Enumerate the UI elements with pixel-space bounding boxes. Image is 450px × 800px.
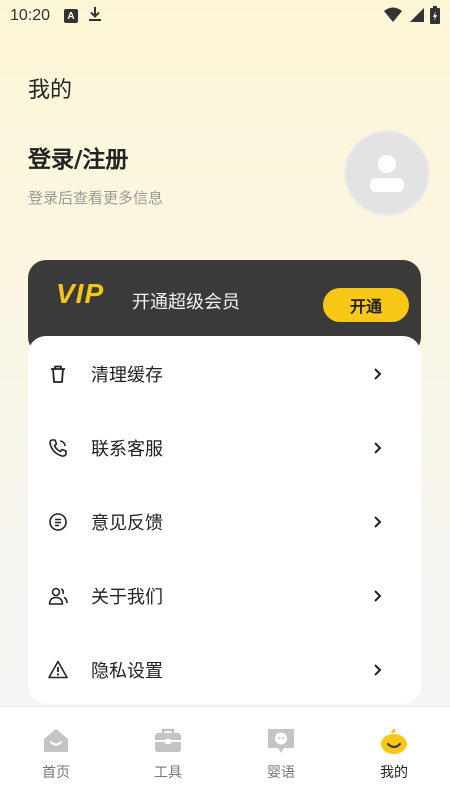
chevron-right-icon <box>370 662 386 678</box>
warning-icon <box>46 658 70 682</box>
home-icon <box>44 729 68 752</box>
tab-mine[interactable]: 我的 <box>338 707 450 800</box>
chevron-right-icon <box>370 514 386 530</box>
vip-promo-text: 开通超级会员 <box>132 292 240 313</box>
login-register-link[interactable]: 登录/注册 <box>28 140 128 174</box>
chevron-right-icon <box>370 440 386 456</box>
menu-item-clear-cache[interactable]: 清理缓存 <box>28 344 421 404</box>
menu-item-about-us[interactable]: 关于我们 <box>28 566 421 626</box>
menu-item-contact-support[interactable]: 联系客服 <box>28 418 421 478</box>
user-avatar-icon <box>370 155 404 192</box>
tab-label: 婴语 <box>267 765 295 781</box>
status-bar: 10:20 A <box>0 0 450 32</box>
toolbox-icon <box>155 728 181 752</box>
menu-item-label: 隐私设置 <box>91 661 163 682</box>
feedback-icon <box>46 510 70 534</box>
trash-icon <box>46 362 70 386</box>
chevron-right-icon <box>370 366 386 382</box>
phone-icon <box>46 436 70 460</box>
status-time: 10:20 <box>10 7 51 24</box>
menu-item-label: 清理缓存 <box>91 365 163 386</box>
menu-item-label: 关于我们 <box>91 587 163 608</box>
settings-menu: 清理缓存 联系客服 意见反馈 关于我们 隐私设置 <box>28 336 421 704</box>
page-title: 我的 <box>28 78 73 103</box>
baby-chat-icon <box>268 729 294 753</box>
bottom-tab-bar: 首页 工具 婴语 我的 <box>0 706 450 800</box>
tab-label: 工具 <box>154 765 182 781</box>
tab-baby-language[interactable]: 婴语 <box>225 707 337 800</box>
avatar[interactable] <box>344 130 430 216</box>
users-icon <box>46 584 70 608</box>
download-icon <box>88 6 102 26</box>
chevron-right-icon <box>370 588 386 604</box>
tab-tools[interactable]: 工具 <box>112 707 224 800</box>
tab-label: 我的 <box>380 765 408 781</box>
tab-home[interactable]: 首页 <box>0 707 112 800</box>
tab-label: 首页 <box>42 765 70 781</box>
profile-face-icon <box>381 728 407 754</box>
vip-logo: VIP <box>56 278 105 309</box>
menu-item-feedback[interactable]: 意见反馈 <box>28 492 421 552</box>
vip-open-button[interactable]: 开通 <box>323 288 409 322</box>
login-subtitle: 登录后查看更多信息 <box>28 189 164 207</box>
a-notification-icon: A <box>64 9 79 23</box>
menu-item-privacy-settings[interactable]: 隐私设置 <box>28 640 421 700</box>
wifi-icon <box>384 7 402 27</box>
menu-item-label: 联系客服 <box>91 439 163 460</box>
menu-item-label: 意见反馈 <box>91 513 163 534</box>
battery-charging-icon <box>430 6 440 28</box>
signal-icon <box>408 7 424 27</box>
